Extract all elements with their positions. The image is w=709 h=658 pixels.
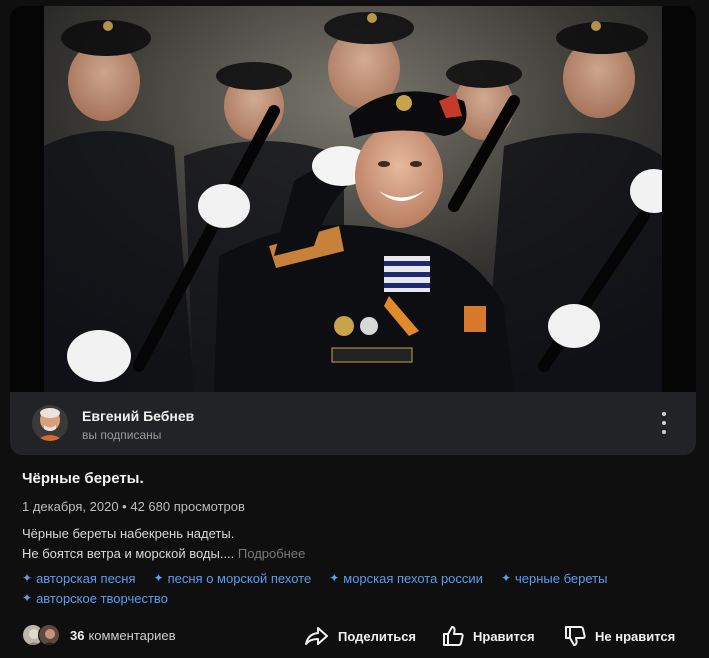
tag-label: черные береты	[515, 571, 608, 586]
tag-link[interactable]: ✦ черные береты	[501, 570, 608, 587]
commenter-avatars[interactable]	[22, 624, 64, 648]
author-avatar[interactable]	[32, 405, 68, 441]
more-link[interactable]: Подробнее	[238, 546, 305, 561]
sparkle-icon: ✦	[22, 571, 33, 585]
comments-label: комментариев	[88, 628, 176, 643]
video-frame-image	[44, 6, 662, 392]
dislike-label: Не нравится	[595, 628, 676, 644]
action-bar: 36 комментариев Поделиться Нравится Не нр…	[0, 620, 709, 652]
tag-label: морская пехота россии	[343, 571, 483, 586]
sparkle-icon: ✦	[153, 571, 164, 585]
video-description: Чёрные береты набекрень надеты. Не боятс…	[22, 524, 305, 564]
tag-label: песня о морской пехоте	[167, 571, 312, 586]
author-bar: Евгений Бебнев вы подписаны	[10, 392, 696, 455]
tag-link[interactable]: ✦ авторское творчество	[22, 590, 168, 607]
tag-link[interactable]: ✦ авторская песня	[22, 570, 136, 587]
video-thumbnail[interactable]	[44, 6, 662, 392]
sparkle-icon: ✦	[500, 571, 511, 585]
tag-label: авторское творчество	[36, 591, 168, 606]
sparkle-icon: ✦	[22, 591, 33, 605]
video-card: Евгений Бебнев вы подписаны	[10, 6, 696, 455]
tag-list: ✦ авторская песня ✦ песня о морской пехоте…	[22, 570, 682, 607]
comments-count: 36	[70, 628, 85, 643]
share-button[interactable]: Поделиться	[304, 623, 416, 649]
sparkle-icon: ✦	[329, 571, 340, 585]
comments-link[interactable]: 36 комментариев	[70, 628, 175, 643]
tag-link[interactable]: ✦ морская пехота россии	[329, 570, 483, 587]
tag-label: авторская песня	[36, 571, 136, 586]
more-options-icon[interactable]	[656, 412, 672, 434]
subscription-status: вы подписаны	[82, 428, 162, 442]
like-button[interactable]: Нравится	[441, 623, 535, 649]
thumbs-down-icon	[565, 626, 586, 646]
video-title: Чёрные береты.	[22, 470, 144, 487]
dislike-button[interactable]: Не нравится	[563, 623, 675, 649]
description-line-1: Чёрные береты набекрень надеты.	[22, 526, 235, 541]
share-icon	[305, 627, 328, 645]
description-line-2-text: Не боятся ветра и морской воды....	[22, 546, 235, 561]
share-label: Поделиться	[338, 628, 417, 644]
description-line-2: Не боятся ветра и морской воды.... Подро…	[22, 544, 305, 564]
author-name[interactable]: Евгений Бебнев	[82, 408, 194, 424]
tag-link[interactable]: ✦ песня о морской пехоте	[154, 570, 312, 587]
video-meta: 1 декабря, 2020 • 42 680 просмотров	[22, 499, 245, 514]
video-player[interactable]	[10, 6, 696, 392]
commenter-avatar	[38, 624, 60, 646]
thumbs-up-icon	[443, 626, 464, 646]
author-avatar-image	[32, 405, 68, 441]
like-label: Нравится	[473, 628, 535, 644]
